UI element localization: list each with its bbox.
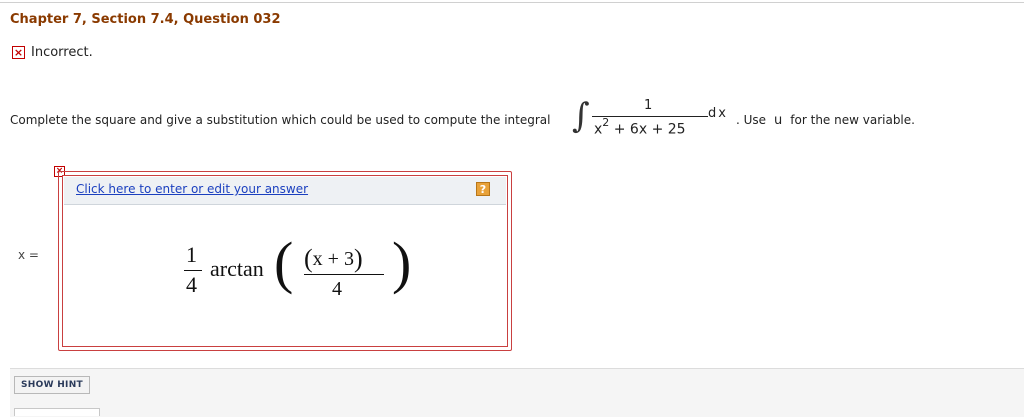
hint-bar <box>10 368 1024 417</box>
show-hint-button[interactable]: SHOW HINT <box>14 376 90 394</box>
answer-expression: 1 4 arctan ( (x + 3) 4 ) <box>180 234 420 318</box>
status-indicator: × Incorrect. <box>12 45 93 60</box>
function-name: arctan <box>210 256 264 281</box>
edit-answer-link[interactable]: Click here to enter or edit your answer <box>76 182 308 196</box>
question-title: Chapter 7, Section 7.4, Question 032 <box>10 12 281 27</box>
hint-tab-stub <box>14 408 100 416</box>
variable-u: u <box>774 113 783 128</box>
inner-fraction-bar <box>304 274 384 275</box>
status-label: Incorrect. <box>31 45 93 60</box>
inner-numerator: (x + 3) <box>304 244 363 273</box>
coef-numerator: 1 <box>186 242 197 267</box>
integral-sign: ∫ <box>572 96 590 136</box>
integral-expression: ∫ 1 x2 + 6x + 25 dx <box>572 94 742 144</box>
answer-variable-label: x = <box>18 248 39 262</box>
big-paren-left: ( <box>274 230 294 295</box>
coef-denominator: 4 <box>186 272 197 297</box>
fraction-bar <box>592 116 708 117</box>
big-paren-right: ) <box>392 230 412 295</box>
integral-differential: dx <box>708 106 728 121</box>
inner-denominator: 4 <box>332 278 342 300</box>
help-icon[interactable]: ? <box>476 182 490 196</box>
incorrect-icon: × <box>12 46 25 59</box>
question-prompt: Complete the square and give a substitut… <box>10 113 551 127</box>
integral-numerator: 1 <box>644 98 653 113</box>
variable-instruction: . Use u for the new variable. <box>736 113 915 128</box>
top-divider <box>0 2 1024 3</box>
integral-denominator: x2 + 6x + 25 <box>594 116 686 138</box>
coef-fraction-bar <box>184 270 202 271</box>
